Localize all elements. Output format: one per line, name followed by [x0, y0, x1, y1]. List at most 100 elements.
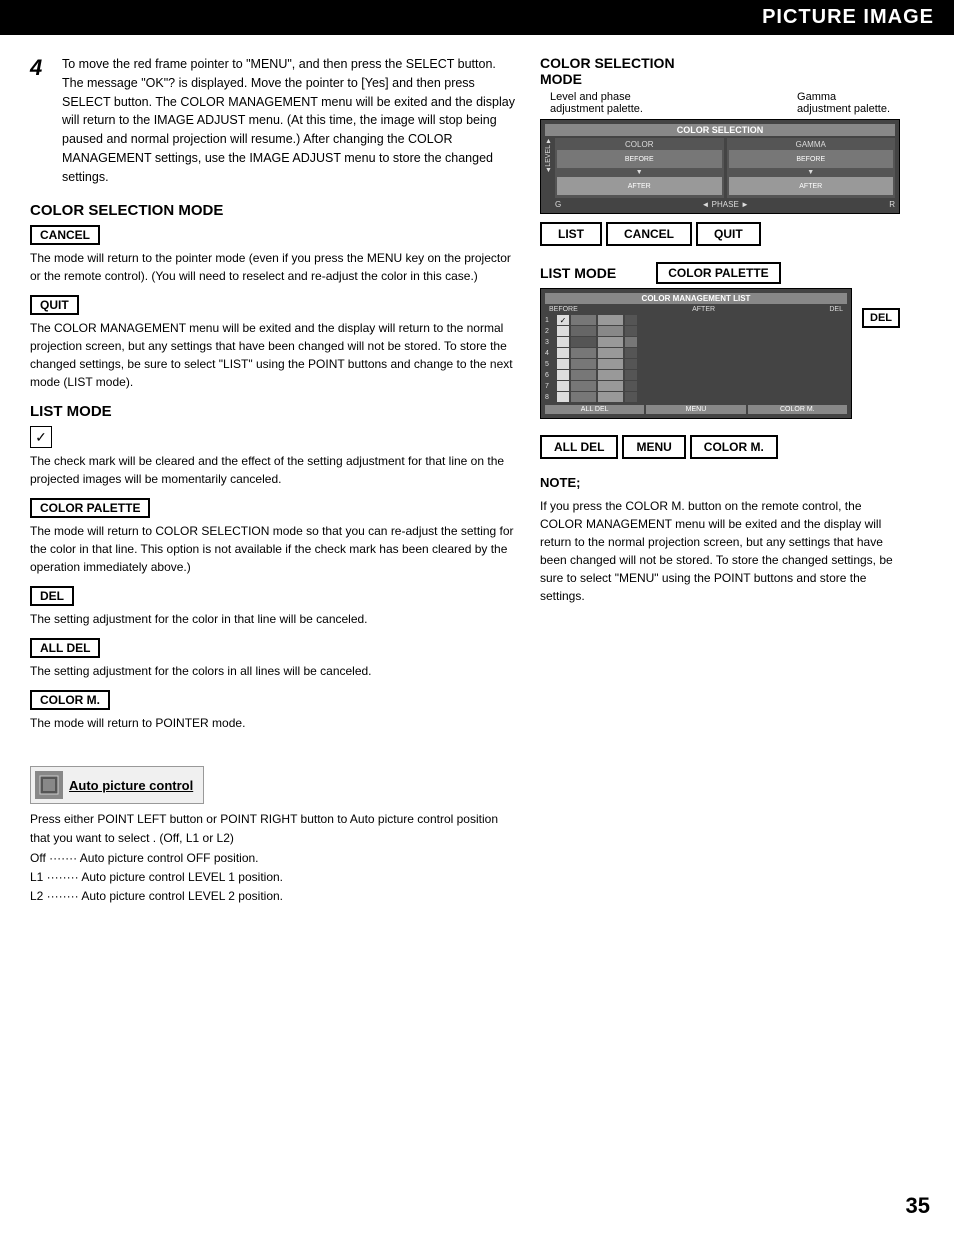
after-2 [598, 326, 623, 336]
note-title: NOTE; [540, 473, 900, 493]
color-m-desc: The mode will return to POINTER mode. [30, 714, 520, 732]
list-mode-title: LIST MODE [30, 403, 520, 420]
del-right-container: DEL [858, 288, 900, 427]
after-5 [598, 359, 623, 369]
list-diagram-container: COLOR MANAGEMENT LIST BEFORE AFTER DEL 1… [540, 288, 900, 427]
before-2 [571, 326, 596, 336]
csd-panels: COLOR BEFORE ▼ AFTER GAMMA BEFORE ▼ AFTE… [555, 138, 895, 209]
auto-picture-desc: Press either POINT LEFT button or POINT … [30, 810, 520, 906]
before-7 [571, 381, 596, 391]
checkmark-symbol: ✓ [30, 426, 52, 448]
check-2 [557, 326, 569, 336]
step-4-text: To move the red frame pointer to "MENU",… [62, 55, 520, 186]
cancel-button[interactable]: CANCEL [606, 222, 692, 246]
color-panel-title: COLOR [557, 140, 722, 149]
menu-diag-btn: MENU [646, 405, 745, 414]
del-5 [625, 359, 637, 369]
list-button[interactable]: LIST [540, 222, 602, 246]
page-header: PICTURE IMAGE [0, 0, 954, 35]
quit-section: QUIT The COLOR MANAGEMENT menu will be e… [30, 295, 520, 391]
before-6 [571, 370, 596, 380]
auto-picture-header: Auto picture control [30, 766, 204, 804]
after-4 [598, 348, 623, 358]
del-2 [625, 326, 637, 336]
note-text: If you press the COLOR M. button on the … [540, 497, 900, 605]
auto-picture-label: Auto picture control [69, 778, 193, 793]
list-row-8: 8 [545, 392, 847, 402]
gamma-panel-title: GAMMA [729, 140, 894, 149]
gamma-before: BEFORE [729, 150, 894, 168]
color-before: BEFORE [557, 150, 722, 168]
del-label: DEL [30, 586, 74, 606]
cancel-section: CANCEL The mode will return to the point… [30, 225, 520, 285]
check-8 [557, 392, 569, 402]
del-4 [625, 348, 637, 358]
list-row-5: 5 [545, 359, 847, 369]
del-desc: The setting adjustment for the color in … [30, 610, 520, 628]
color-sel-buttons: LIST CANCEL QUIT [540, 222, 900, 246]
list-row-6: 6 [545, 370, 847, 380]
check-1: ✓ [557, 315, 569, 325]
page-number: 35 [906, 1193, 930, 1219]
check-3 [557, 337, 569, 347]
checkmark-section: ✓ The check mark will be cleared and the… [30, 426, 520, 488]
checkmark-desc: The check mark will be cleared and the e… [30, 452, 520, 488]
menu-button[interactable]: MENU [622, 435, 685, 459]
color-after: AFTER [557, 177, 722, 195]
quit-desc: The COLOR MANAGEMENT menu will be exited… [30, 319, 520, 391]
csd-panel-row: COLOR BEFORE ▼ AFTER GAMMA BEFORE ▼ AFTE… [555, 138, 895, 198]
after-3 [598, 337, 623, 347]
csd-phase-label: ◄ PHASE ► [702, 200, 749, 209]
list-row-7: 7 [545, 381, 847, 391]
csd-left-side: ▲ LEVEL ▼ [545, 138, 552, 209]
all-del-section: ALL DEL The setting adjustment for the c… [30, 638, 520, 680]
list-after-label: AFTER [692, 306, 715, 313]
color-m-label: COLOR M. [30, 690, 110, 710]
before-3 [571, 337, 596, 347]
after-8 [598, 392, 623, 402]
del-right-button[interactable]: DEL [862, 308, 900, 328]
auto-picture-block: Auto picture control Press either POINT … [30, 748, 520, 906]
list-diag-header: BEFORE AFTER DEL [545, 306, 847, 313]
gamma-after: AFTER [729, 177, 894, 195]
check-7 [557, 381, 569, 391]
after-7 [598, 381, 623, 391]
list-mode-header: LIST MODE COLOR PALETTE [540, 262, 900, 284]
csd-title: COLOR SELECTION [545, 124, 895, 136]
quit-button[interactable]: QUIT [696, 222, 761, 246]
list-diag-bottom-btns: ALL DEL MENU COLOR M. [545, 405, 847, 414]
all-del-desc: The setting adjustment for the colors in… [30, 662, 520, 680]
after-1 [598, 315, 623, 325]
list-row-1: 1 ✓ [545, 315, 847, 325]
step-number: 4 [30, 55, 52, 186]
list-diagram: COLOR MANAGEMENT LIST BEFORE AFTER DEL 1… [540, 288, 852, 419]
color-selection-mode-title: COLOR SELECTION MODE [30, 202, 520, 219]
color-palette-button[interactable]: COLOR PALETTE [656, 262, 780, 284]
cancel-label: CANCEL [30, 225, 100, 245]
after-6 [598, 370, 623, 380]
gamma-label: Gammaadjustment palette. [797, 91, 890, 115]
all-del-diag-btn: ALL DEL [545, 405, 644, 414]
del-8 [625, 392, 637, 402]
before-8 [571, 392, 596, 402]
quit-label: QUIT [30, 295, 79, 315]
step-4-block: 4 To move the red frame pointer to "MENU… [30, 55, 520, 186]
note-block: NOTE; If you press the COLOR M. button o… [540, 473, 900, 605]
csd-inner: ▲ LEVEL ▼ COLOR BEFORE ▼ AFTER GAMMA [545, 138, 895, 209]
check-6 [557, 370, 569, 380]
del-6 [625, 370, 637, 380]
del-3 [625, 337, 637, 347]
del-section: DEL The setting adjustment for the color… [30, 586, 520, 628]
before-1 [571, 315, 596, 325]
color-selection-diagram: COLOR SELECTION ▲ LEVEL ▼ COLOR BEFORE ▼… [540, 119, 900, 214]
color-palette-section: COLOR PALETTE The mode will return to CO… [30, 498, 520, 576]
color-m-section: COLOR M. The mode will return to POINTER… [30, 690, 520, 732]
all-del-button[interactable]: ALL DEL [540, 435, 618, 459]
right-column: COLOR SELECTIONMODE Level and phaseadjus… [540, 55, 900, 906]
list-diag-title: COLOR MANAGEMENT LIST [545, 293, 847, 304]
color-m-button[interactable]: COLOR M. [690, 435, 778, 459]
before-5 [571, 359, 596, 369]
page-title: PICTURE IMAGE [762, 6, 934, 28]
palette-labels: Level and phaseadjustment palette. Gamma… [540, 91, 900, 115]
check-4 [557, 348, 569, 358]
